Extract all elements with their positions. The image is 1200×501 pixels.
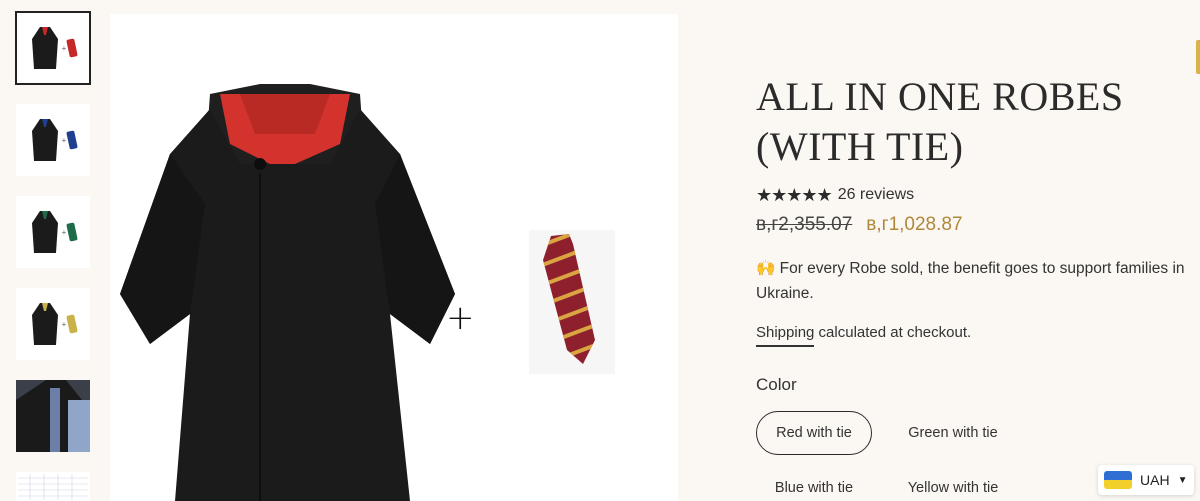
- reviews-count[interactable]: 26 reviews: [838, 186, 914, 204]
- tie-icon: [66, 38, 79, 58]
- plus-icon: +: [446, 298, 475, 338]
- shipping-note: Shipping calculated at checkout.: [756, 324, 1186, 347]
- size-chart-image: [16, 472, 90, 501]
- tie-icon: [66, 314, 79, 334]
- main-product-image[interactable]: +: [110, 14, 678, 501]
- currency-code: UAH: [1140, 472, 1170, 488]
- thumbnail-photo[interactable]: [16, 380, 90, 452]
- plus-icon: +: [61, 43, 67, 53]
- currency-selector[interactable]: UAH ▼: [1098, 465, 1194, 495]
- robe-icon: [31, 211, 58, 253]
- product-page: + + + + + ALL IN ONE ROBES (WITH TIE) ★★…: [0, 0, 1200, 501]
- original-price: в,г2,355.07: [756, 214, 853, 235]
- thumbnail-blue-robe[interactable]: +: [16, 104, 90, 176]
- chevron-down-icon: ▼: [1177, 474, 1188, 486]
- tie-icon: [543, 234, 595, 364]
- robe-icon: [31, 303, 58, 345]
- plus-icon: +: [61, 319, 67, 329]
- shipping-link[interactable]: Shipping: [756, 324, 815, 347]
- ukraine-flag-icon: [1104, 471, 1132, 489]
- thumbnail-yellow-robe[interactable]: +: [16, 288, 90, 360]
- star-rating-icon: ★★★★★: [756, 184, 833, 206]
- sale-price: в,г1,028.87: [866, 214, 963, 235]
- robe-icon: [31, 27, 58, 69]
- product-info: ALL IN ONE ROBES (WITH TIE) ★★★★★ 26 rev…: [756, 72, 1186, 501]
- plus-icon: +: [61, 227, 67, 237]
- rating-row[interactable]: ★★★★★ 26 reviews: [756, 184, 1186, 206]
- color-label: Color: [756, 375, 797, 394]
- tie-image: [529, 230, 615, 374]
- color-option-red[interactable]: Red with tie: [756, 411, 872, 455]
- color-option-yellow[interactable]: Yellow with tie: [888, 475, 1018, 501]
- product-title: ALL IN ONE ROBES (WITH TIE): [756, 74, 1124, 169]
- price-row: в,г2,355.07 в,г1,028.87: [756, 214, 1186, 236]
- thumbnail-red-robe[interactable]: +: [15, 11, 91, 85]
- thumbnail-size-chart[interactable]: [16, 472, 90, 501]
- color-option-blue[interactable]: Blue with tie: [756, 475, 872, 501]
- side-tab[interactable]: [1196, 40, 1200, 74]
- robe-icon: [31, 119, 58, 161]
- tie-icon: [66, 130, 79, 150]
- thumbnail-green-robe[interactable]: +: [16, 196, 90, 268]
- color-option-green[interactable]: Green with tie: [888, 411, 1018, 455]
- photo-image: [16, 380, 90, 452]
- tie-icon: [66, 222, 79, 242]
- thumbnail-list: + + + +: [15, 11, 96, 501]
- charity-note: 🙌 For every Robe sold, the benefit goes …: [756, 260, 1185, 302]
- shipping-text: calculated at checkout.: [814, 324, 972, 341]
- plus-icon: +: [61, 135, 67, 145]
